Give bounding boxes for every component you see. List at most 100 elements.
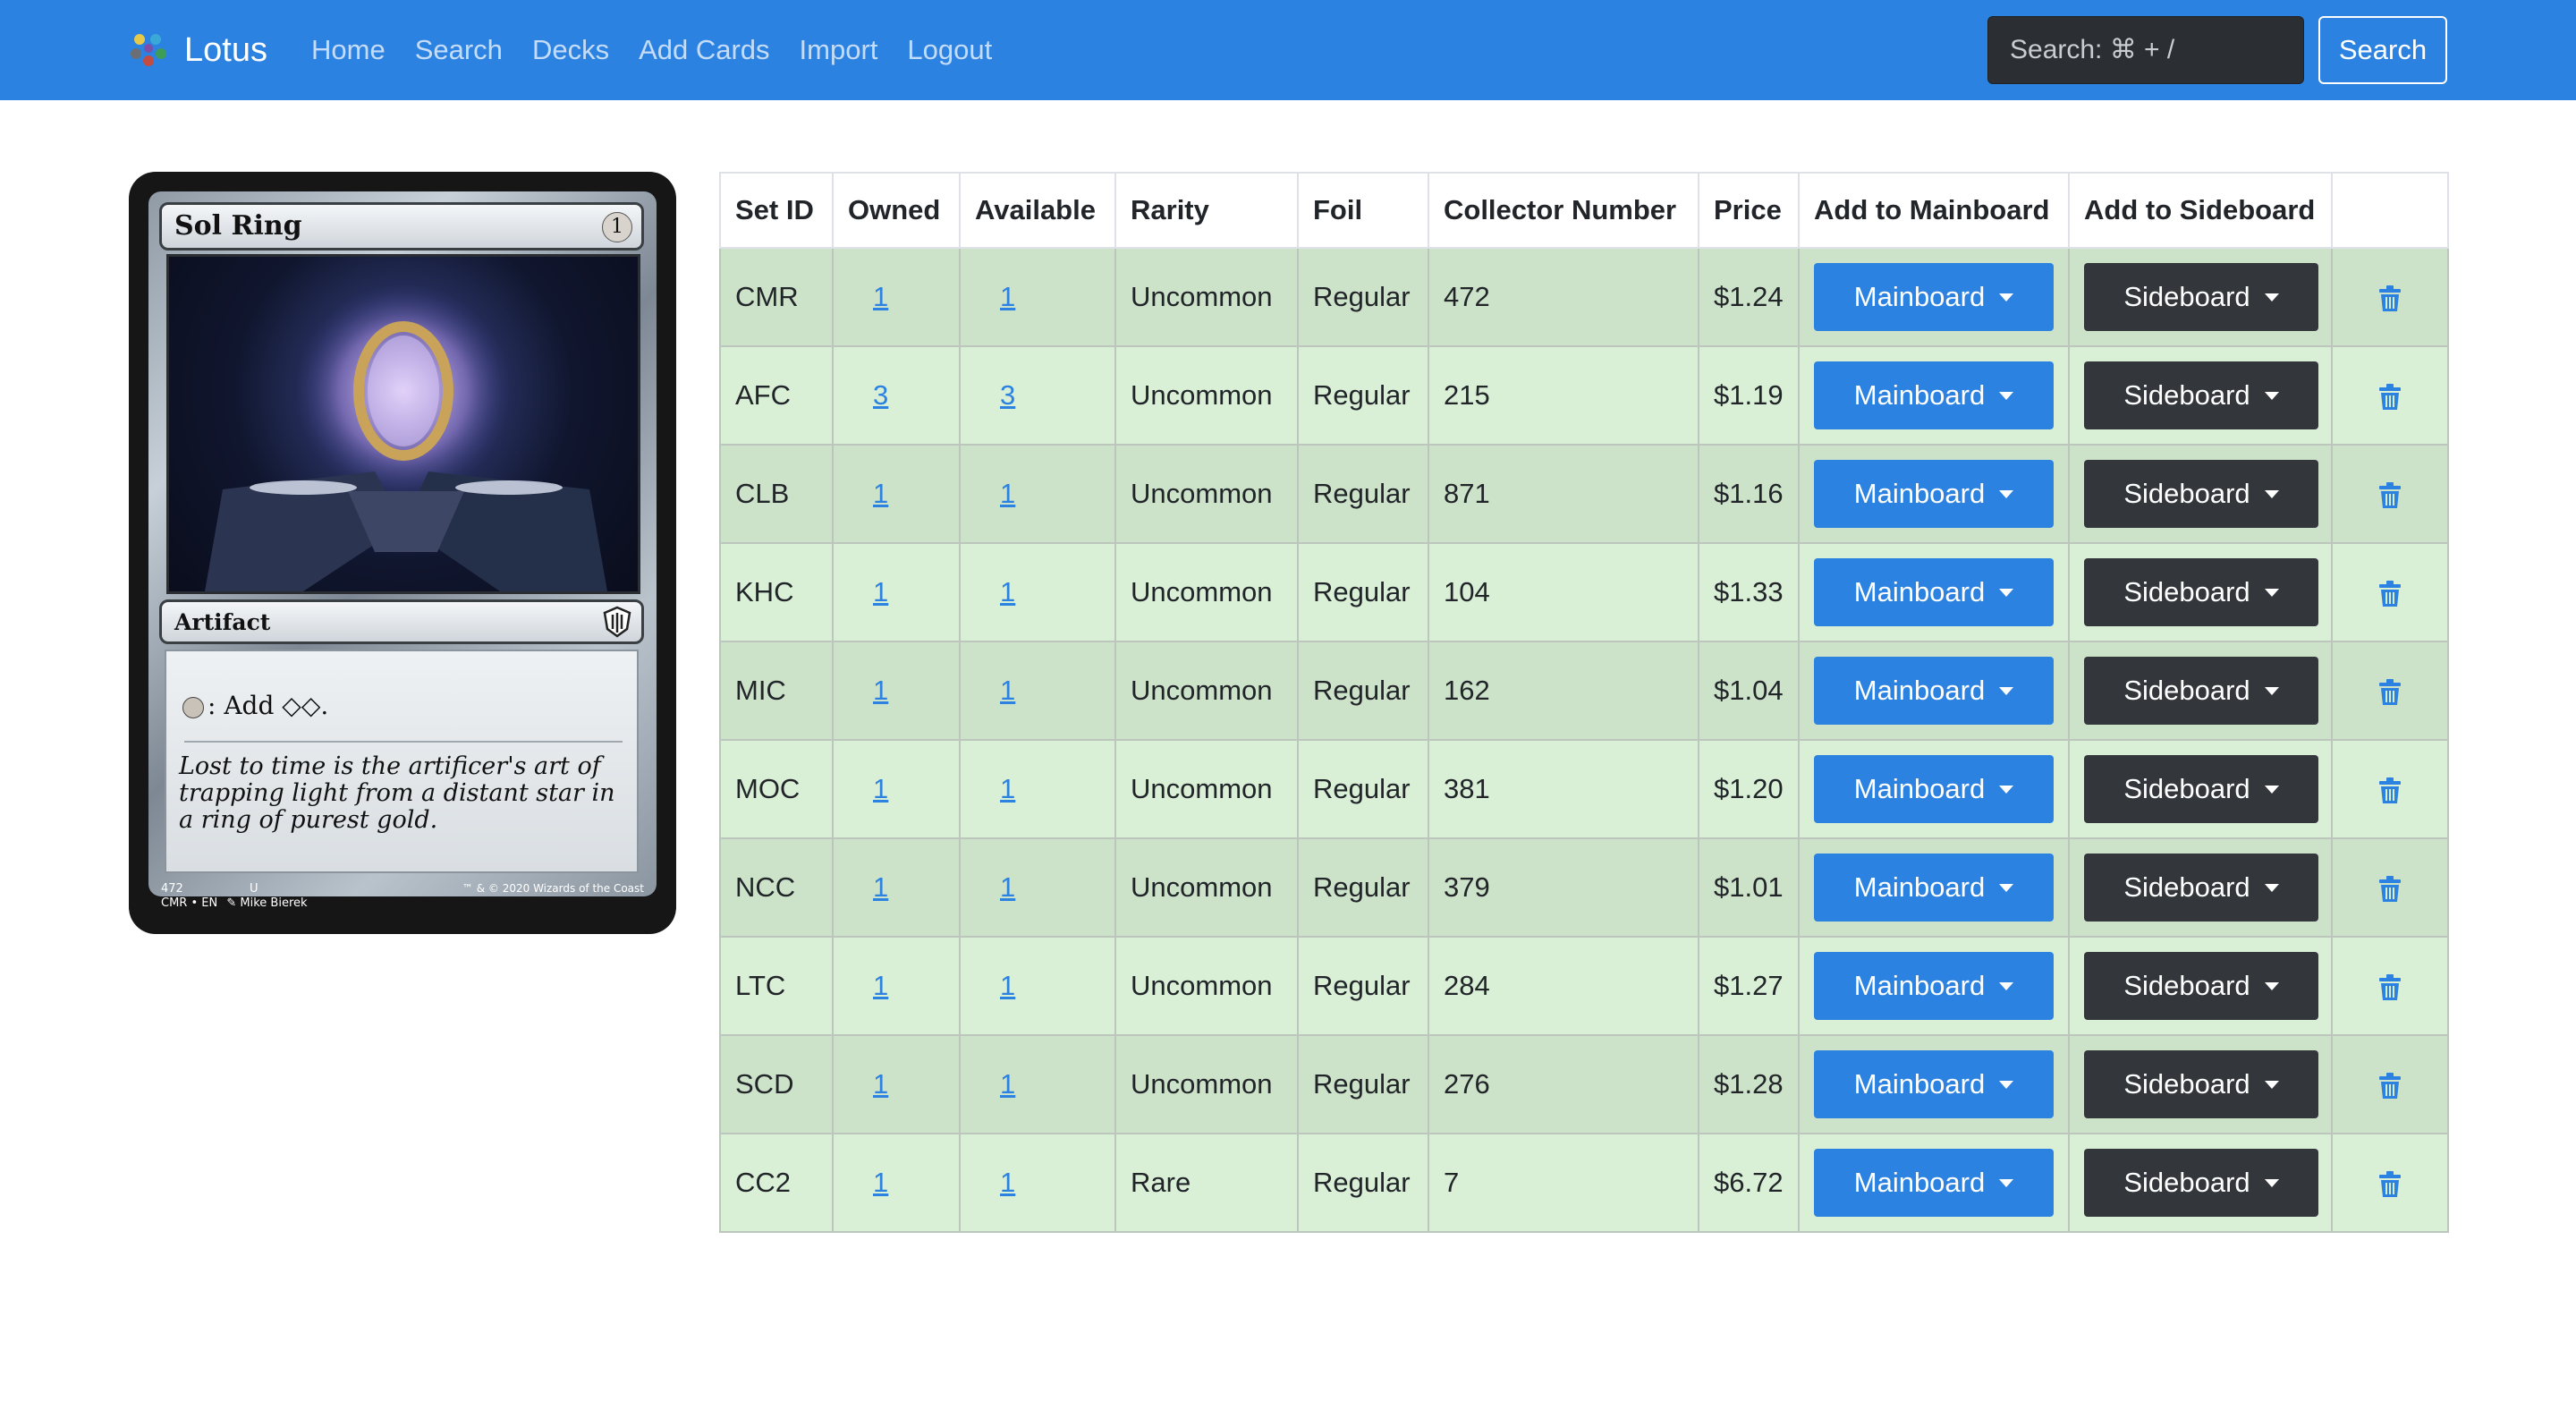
available-link[interactable]: 1: [1000, 773, 1015, 804]
owned-link[interactable]: 1: [873, 1068, 888, 1100]
cell-foil: Regular: [1297, 345, 1429, 446]
cell-rarity: Uncommon: [1114, 345, 1299, 446]
sideboard-dropdown-button[interactable]: Sideboard: [2084, 558, 2318, 626]
mainboard-dropdown-button[interactable]: Mainboard: [1814, 657, 2054, 725]
header-rarity: Rarity: [1114, 172, 1299, 249]
nav-logout[interactable]: Logout: [907, 34, 992, 66]
caret-down-icon: [1999, 391, 2014, 400]
cell-sideboard: Sideboard: [2068, 247, 2333, 347]
cell-owned: 1: [832, 444, 961, 544]
sideboard-dropdown-button[interactable]: Sideboard: [2084, 263, 2318, 331]
sideboard-dropdown-button[interactable]: Sideboard: [2084, 1149, 2318, 1217]
cell-sideboard: Sideboard: [2068, 641, 2333, 741]
mainboard-label: Mainboard: [1853, 281, 1986, 312]
cell-price: $1.16: [1698, 444, 1800, 544]
owned-link[interactable]: 1: [873, 281, 888, 312]
cell-mainboard: Mainboard: [1798, 542, 2070, 642]
owned-link[interactable]: 1: [873, 576, 888, 607]
available-link[interactable]: 1: [1000, 675, 1015, 706]
cell-mainboard: Mainboard: [1798, 936, 2070, 1036]
collector-number: 472: [161, 882, 183, 896]
nav-import[interactable]: Import: [800, 34, 878, 66]
sideboard-dropdown-button[interactable]: Sideboard: [2084, 854, 2318, 922]
cell-set-id: NCC: [719, 837, 834, 938]
cell-owned: 1: [832, 739, 961, 839]
table-body: CMR 1 1 Uncommon Regular 472 $1.24 Mainb…: [719, 247, 2449, 1233]
search-input[interactable]: [1987, 16, 2304, 84]
cell-foil: Regular: [1297, 641, 1429, 741]
table-row: AFC 3 3 Uncommon Regular 215 $1.19 Mainb…: [719, 345, 2449, 446]
brand[interactable]: Lotus: [129, 0, 267, 100]
mainboard-dropdown-button[interactable]: Mainboard: [1814, 755, 2054, 823]
cell-available: 1: [959, 247, 1116, 347]
available-link[interactable]: 1: [1000, 1167, 1015, 1198]
sideboard-dropdown-button[interactable]: Sideboard: [2084, 361, 2318, 429]
printings-table-container: Set ID Owned Available Rarity Foil Colle…: [719, 172, 2449, 1233]
search-button[interactable]: Search: [2318, 16, 2447, 84]
available-link[interactable]: 1: [1000, 970, 1015, 1001]
owned-link[interactable]: 1: [873, 1167, 888, 1198]
mainboard-dropdown-button[interactable]: Mainboard: [1814, 1149, 2054, 1217]
navbar: Lotus Home Search Decks Add Cards Import…: [0, 0, 2576, 100]
sideboard-dropdown-button[interactable]: Sideboard: [2084, 657, 2318, 725]
mainboard-dropdown-button[interactable]: Mainboard: [1814, 854, 2054, 922]
sideboard-dropdown-button[interactable]: Sideboard: [2084, 1050, 2318, 1118]
available-link[interactable]: 1: [1000, 478, 1015, 509]
cell-mainboard: Mainboard: [1798, 1133, 2070, 1233]
mainboard-dropdown-button[interactable]: Mainboard: [1814, 1050, 2054, 1118]
cell-collector-number: 381: [1428, 739, 1699, 839]
cell-available: 1: [959, 444, 1116, 544]
cell-owned: 1: [832, 641, 961, 741]
nav-add-cards[interactable]: Add Cards: [639, 34, 769, 66]
nav-decks[interactable]: Decks: [532, 34, 609, 66]
mana-cost: 1: [602, 212, 632, 242]
available-link[interactable]: 1: [1000, 576, 1015, 607]
mainboard-dropdown-button[interactable]: Mainboard: [1814, 361, 2054, 429]
mainboard-label: Mainboard: [1853, 675, 1986, 706]
cell-collector-number: 215: [1428, 345, 1699, 446]
mainboard-dropdown-button[interactable]: Mainboard: [1814, 558, 2054, 626]
available-link[interactable]: 1: [1000, 1068, 1015, 1100]
owned-link[interactable]: 1: [873, 970, 888, 1001]
trash-icon[interactable]: [2378, 777, 2402, 804]
mainboard-label: Mainboard: [1853, 871, 1986, 903]
nav-search[interactable]: Search: [415, 34, 503, 66]
trash-icon[interactable]: [2378, 875, 2402, 903]
header-actions: [2331, 172, 2449, 249]
owned-link[interactable]: 1: [873, 478, 888, 509]
caret-down-icon: [2264, 883, 2279, 892]
cell-mainboard: Mainboard: [1798, 444, 2070, 544]
sideboard-dropdown-button[interactable]: Sideboard: [2084, 952, 2318, 1020]
available-link[interactable]: 1: [1000, 871, 1015, 903]
owned-link[interactable]: 1: [873, 675, 888, 706]
cell-foil: Regular: [1297, 542, 1429, 642]
trash-icon[interactable]: [2378, 383, 2402, 411]
sideboard-label: Sideboard: [2123, 379, 2250, 411]
card-divider: [184, 741, 623, 743]
mainboard-dropdown-button[interactable]: Mainboard: [1814, 952, 2054, 1020]
trash-icon[interactable]: [2378, 285, 2402, 312]
owned-link[interactable]: 3: [873, 379, 888, 411]
cell-available: 1: [959, 1034, 1116, 1134]
trash-icon[interactable]: [2378, 1170, 2402, 1198]
mainboard-dropdown-button[interactable]: Mainboard: [1814, 263, 2054, 331]
mainboard-label: Mainboard: [1853, 1068, 1986, 1100]
sideboard-dropdown-button[interactable]: Sideboard: [2084, 460, 2318, 528]
cell-available: 1: [959, 1133, 1116, 1233]
trash-icon[interactable]: [2378, 481, 2402, 509]
trash-icon[interactable]: [2378, 580, 2402, 607]
owned-link[interactable]: 1: [873, 871, 888, 903]
owned-link[interactable]: 1: [873, 773, 888, 804]
sideboard-dropdown-button[interactable]: Sideboard: [2084, 755, 2318, 823]
trash-icon[interactable]: [2378, 678, 2402, 706]
caret-down-icon: [1999, 1080, 2014, 1089]
cell-rarity: Rare: [1114, 1133, 1299, 1233]
trash-icon[interactable]: [2378, 1072, 2402, 1100]
cell-collector-number: 104: [1428, 542, 1699, 642]
mainboard-dropdown-button[interactable]: Mainboard: [1814, 460, 2054, 528]
trash-icon[interactable]: [2378, 973, 2402, 1001]
available-link[interactable]: 1: [1000, 281, 1015, 312]
cell-price: $6.72: [1698, 1133, 1800, 1233]
available-link[interactable]: 3: [1000, 379, 1015, 411]
nav-home[interactable]: Home: [311, 34, 386, 66]
